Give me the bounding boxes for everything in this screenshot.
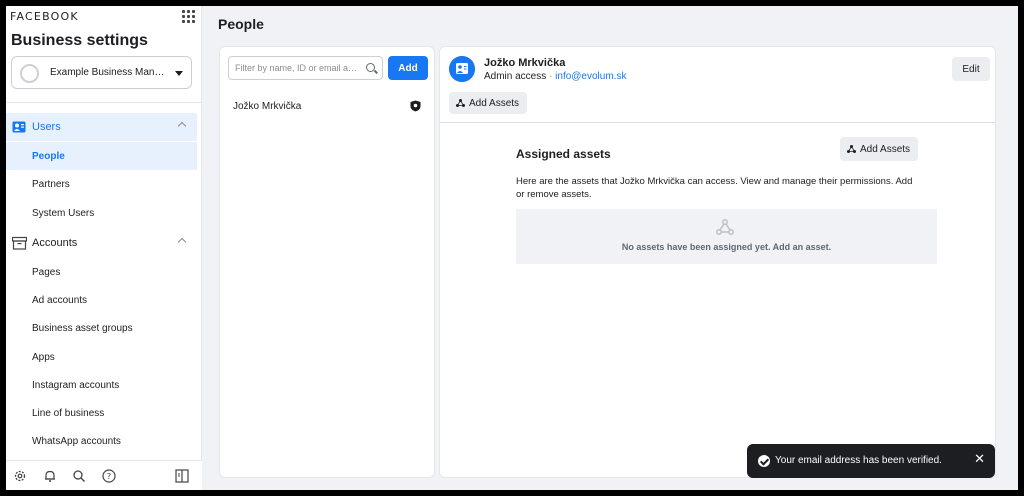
sidebar-item-label: People bbox=[32, 151, 65, 162]
app-grid-icon[interactable] bbox=[182, 10, 195, 23]
empty-state: No assets have been assigned yet. Add an… bbox=[516, 209, 937, 264]
chevron-up-icon bbox=[177, 121, 187, 131]
sidebar-title: Business settings bbox=[11, 32, 148, 49]
add-assets-label: Add Assets bbox=[469, 97, 520, 109]
assets-icon bbox=[716, 219, 734, 235]
add-assets-button[interactable]: Add Assets bbox=[449, 92, 528, 114]
facebook-logo: FACEBOOK bbox=[10, 10, 79, 23]
sidebar-item-label: System Users bbox=[32, 208, 95, 219]
sidebar-item-label: Ad accounts bbox=[32, 295, 88, 306]
assigned-assets-section: Assigned assets Add Assets Here are the … bbox=[440, 123, 995, 477]
help-icon[interactable]: ? bbox=[102, 469, 116, 483]
sidebar-item-line-of-business[interactable]: Line of business bbox=[6, 399, 197, 427]
people-list-panel: Add Jožko Mrkvička bbox=[219, 46, 435, 478]
sidebar-section-accounts[interactable]: Accounts bbox=[6, 229, 197, 257]
close-icon[interactable]: ✕ bbox=[974, 453, 985, 467]
shield-icon bbox=[410, 100, 421, 112]
sidebar-item-label: WhatsApp accounts bbox=[32, 436, 121, 447]
business-name: Example Business Manag… bbox=[50, 67, 170, 78]
business-avatar bbox=[20, 64, 39, 83]
sidebar-item-whatsapp-accounts[interactable]: WhatsApp accounts bbox=[6, 427, 197, 455]
page-title: People bbox=[218, 16, 264, 32]
divider bbox=[6, 102, 202, 103]
check-circle-icon bbox=[758, 455, 770, 467]
person-header: Jožko Mrkvička Admin access · info@evolu… bbox=[440, 47, 995, 123]
sidebar-section-label: Accounts bbox=[32, 237, 78, 249]
person-email-link[interactable]: info@evolum.sk bbox=[555, 71, 626, 82]
sidebar-item-apps[interactable]: Apps bbox=[6, 343, 197, 371]
sidebar-item-pages[interactable]: Pages bbox=[6, 258, 197, 286]
users-icon bbox=[12, 121, 26, 133]
assigned-add-assets-button[interactable]: Add Assets bbox=[840, 137, 919, 161]
empty-state-text: No assets have been assigned yet. Add an… bbox=[621, 242, 832, 252]
separator: · bbox=[549, 71, 553, 82]
person-avatar bbox=[449, 56, 475, 82]
person-name-heading: Jožko Mrkvička bbox=[484, 57, 566, 69]
sidebar-item-label: Line of business bbox=[32, 408, 105, 419]
person-detail-panel: Jožko Mrkvička Admin access · info@evolu… bbox=[439, 46, 996, 478]
brand-row: FACEBOOK bbox=[10, 10, 197, 24]
sidebar-item-label: Apps bbox=[32, 352, 55, 363]
sidebar-bottom-bar: ? bbox=[6, 460, 202, 490]
caret-down-icon bbox=[175, 71, 183, 76]
gear-icon[interactable] bbox=[13, 469, 27, 483]
access-level: Admin access bbox=[484, 71, 547, 82]
sidebar-item-business-asset-groups[interactable]: Business asset groups bbox=[6, 314, 197, 342]
search-icon[interactable] bbox=[72, 469, 86, 483]
sidebar-item-ad-accounts[interactable]: Ad accounts bbox=[6, 286, 197, 314]
edit-button[interactable]: Edit bbox=[952, 57, 990, 81]
bell-icon[interactable] bbox=[43, 469, 57, 483]
archive-icon bbox=[12, 236, 27, 250]
panel-toggle-icon[interactable] bbox=[175, 469, 189, 483]
sidebar-item-partners[interactable]: Partners bbox=[6, 170, 197, 198]
app-frame: FACEBOOK Business settings Example Busin… bbox=[6, 6, 1018, 490]
sidebar-item-system-users[interactable]: System Users bbox=[6, 199, 197, 227]
sidebar-item-people[interactable]: People bbox=[6, 142, 197, 170]
chevron-up-icon bbox=[177, 237, 187, 247]
sidebar-section-users[interactable]: Users bbox=[6, 113, 197, 141]
add-person-button[interactable]: Add bbox=[388, 56, 428, 80]
assets-icon bbox=[847, 145, 856, 153]
sidebar: FACEBOOK Business settings Example Busin… bbox=[6, 6, 202, 490]
sidebar-section-label: Users bbox=[32, 121, 61, 133]
sidebar-item-instagram-accounts[interactable]: Instagram accounts bbox=[6, 371, 197, 399]
add-assets-label: Add Assets bbox=[860, 143, 911, 155]
sidebar-item-label: Business asset groups bbox=[32, 323, 133, 334]
person-subtitle: Admin access · info@evolum.sk bbox=[484, 71, 626, 82]
toast-notification: Your email address has been verified. ✕ bbox=[747, 444, 995, 478]
person-name: Jožko Mrkvička bbox=[233, 101, 302, 112]
assigned-assets-description: Here are the assets that Jožko Mrkvička … bbox=[516, 176, 913, 200]
sidebar-item-label: Pages bbox=[32, 267, 61, 278]
business-selector[interactable]: Example Business Manag… bbox=[11, 56, 192, 89]
toast-message: Your email address has been verified. bbox=[775, 455, 942, 466]
assigned-assets-title: Assigned assets bbox=[516, 147, 611, 161]
sidebar-item-label: Partners bbox=[32, 179, 70, 190]
svg-text:?: ? bbox=[107, 472, 111, 481]
search-icon bbox=[366, 63, 375, 72]
filter-input[interactable] bbox=[228, 56, 383, 80]
sidebar-item-label: Instagram accounts bbox=[32, 380, 120, 391]
assets-icon bbox=[456, 99, 465, 107]
list-item[interactable]: Jožko Mrkvička bbox=[220, 95, 434, 117]
